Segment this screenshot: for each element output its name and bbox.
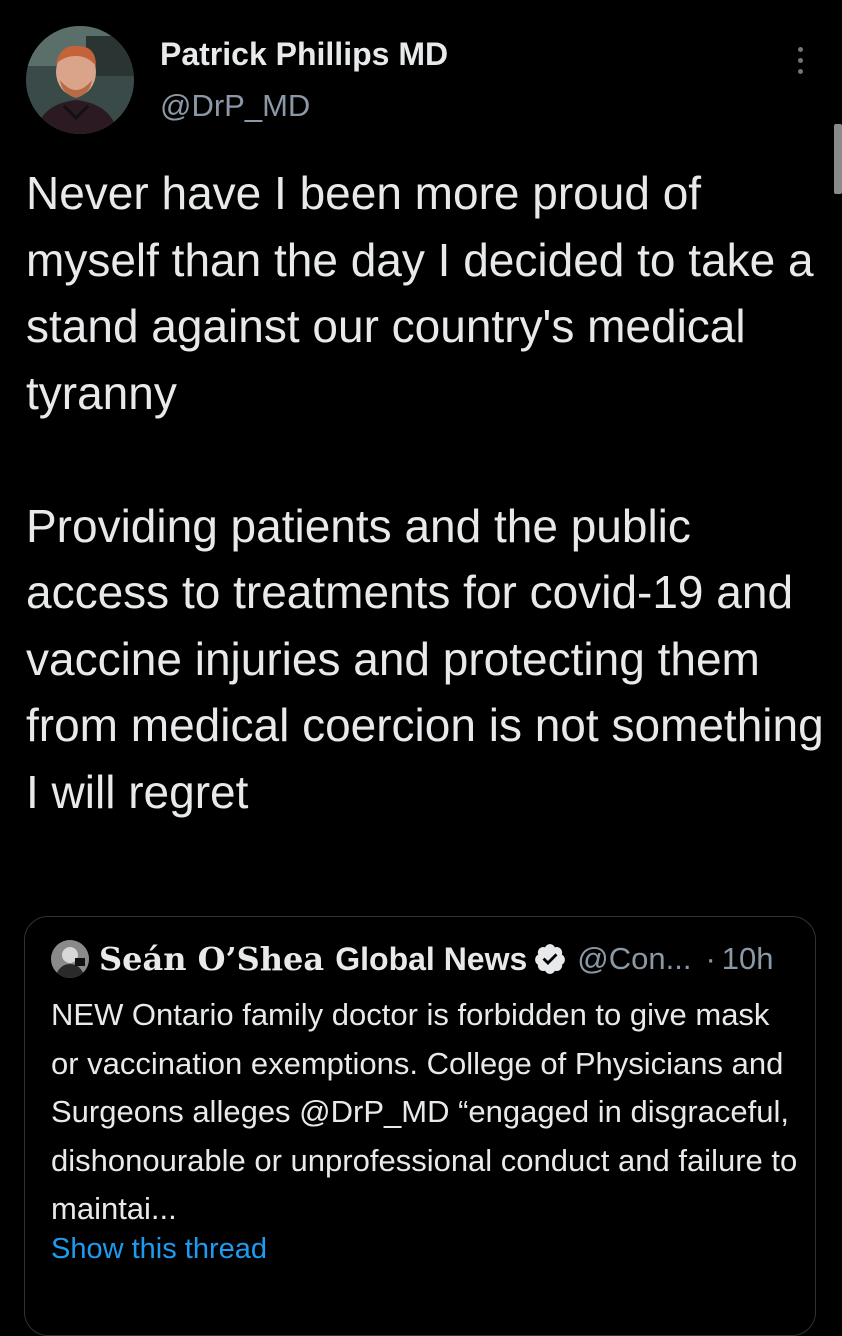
tweet: Patrick Phillips MD @DrP_MD Never have I…: [0, 0, 842, 1336]
quoted-author-name: Seán O’Shea Global News: [99, 940, 527, 978]
quoted-author-avatar: [51, 940, 89, 978]
quoted-tweet-time[interactable]: 10h: [722, 941, 774, 977]
verified-badge-icon: [535, 944, 566, 974]
more-options-icon[interactable]: [788, 40, 812, 80]
quoted-author-name-part1: Seán O’Shea: [99, 940, 325, 978]
author-display-name[interactable]: Patrick Phillips MD: [160, 36, 448, 73]
quoted-tweet-header: Seán O’Shea Global News @Con... · 10h: [51, 939, 774, 979]
quoted-author-name-part2: Global News: [335, 941, 528, 977]
author-avatar[interactable]: [26, 26, 134, 134]
tweet-text: Never have I been more proud of myself t…: [26, 167, 824, 818]
author-handle[interactable]: @DrP_MD: [160, 88, 310, 124]
quoted-tweet-card[interactable]: Seán O’Shea Global News @Con... · 10h NE…: [24, 916, 816, 1336]
header-separator: ·: [705, 941, 716, 976]
quoted-tweet-text: NEW Ontario family doctor is forbidden t…: [51, 997, 798, 1226]
show-thread-link[interactable]: Show this thread: [51, 1233, 267, 1266]
scrollbar[interactable]: [834, 124, 842, 194]
quoted-author-handle: @Con...: [577, 941, 692, 976]
